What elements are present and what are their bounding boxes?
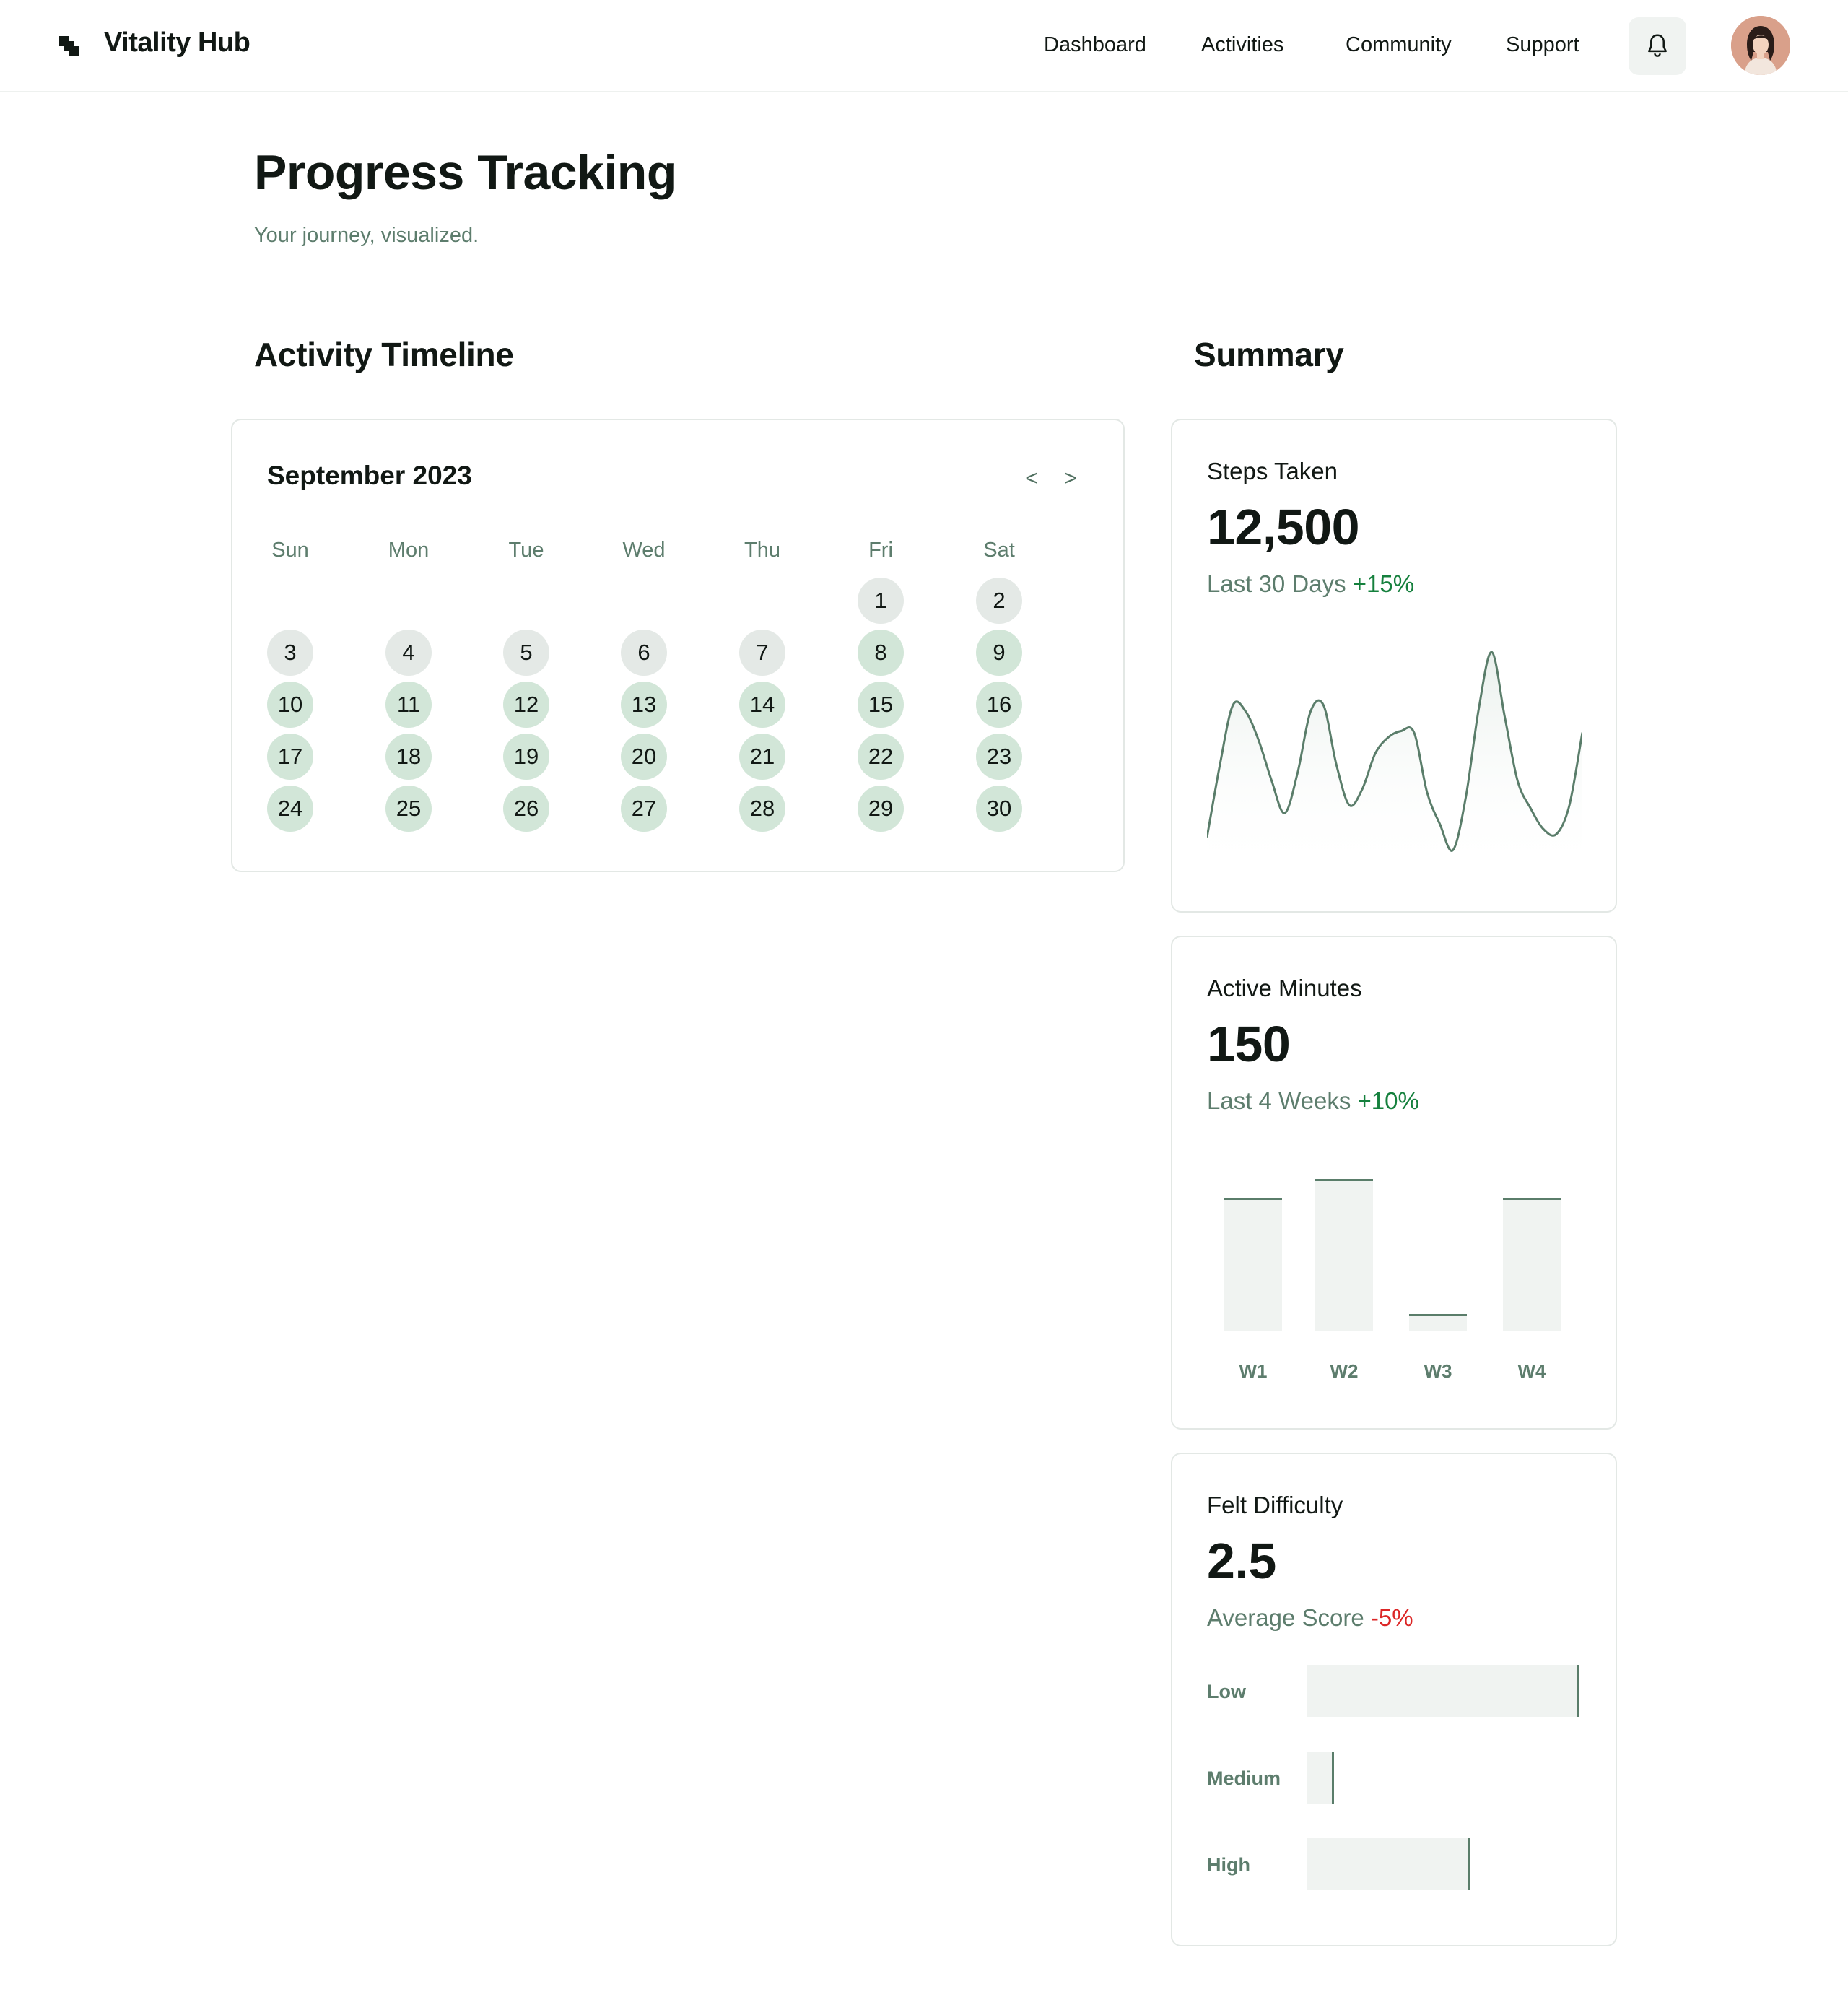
week-bar-label: W2 xyxy=(1330,1360,1359,1382)
steps-card: Steps Taken 12,500 Last 30 Days +15% xyxy=(1171,419,1617,913)
calendar-day[interactable]: 5 xyxy=(503,630,549,676)
active-minutes-change: +10% xyxy=(1357,1087,1419,1114)
avatar-portrait xyxy=(1731,16,1790,75)
nav-community[interactable]: Community xyxy=(1346,33,1452,57)
difficulty-value: 2.5 xyxy=(1207,1533,1276,1589)
calendar-day[interactable]: 8 xyxy=(858,630,904,676)
notifications-button[interactable] xyxy=(1629,17,1686,75)
weekday-sat: Sat xyxy=(983,539,1015,562)
nav-dashboard[interactable]: Dashboard xyxy=(1044,33,1146,57)
steps-area-fill xyxy=(1207,652,1582,875)
weekday-wed: Wed xyxy=(622,539,666,562)
calendar-day[interactable]: 28 xyxy=(739,786,785,832)
weekday-mon: Mon xyxy=(388,539,430,562)
calendar-day[interactable]: 29 xyxy=(858,786,904,832)
calendar-day[interactable]: 20 xyxy=(621,734,667,780)
steps-value: 12,500 xyxy=(1207,499,1360,555)
steps-label: Steps Taken xyxy=(1207,458,1338,484)
active-minutes-period: Last 4 Weeks +10% xyxy=(1207,1087,1419,1115)
brand-name[interactable]: Vitality Hub xyxy=(104,27,250,58)
calendar-day[interactable]: 25 xyxy=(385,786,432,832)
difficulty-bar-label: Medium xyxy=(1207,1767,1281,1789)
week-bar-label: W4 xyxy=(1517,1360,1546,1382)
calendar-month-title: September 2023 xyxy=(267,461,472,490)
calendar-day[interactable]: 18 xyxy=(385,734,432,780)
difficulty-bar xyxy=(1307,1752,1334,1804)
week-bar-label: W1 xyxy=(1239,1360,1268,1382)
page-title: Progress Tracking xyxy=(254,145,676,200)
difficulty-period: Average Score -5% xyxy=(1207,1604,1413,1632)
difficulty-bar xyxy=(1307,1838,1470,1890)
active-minutes-card: Active Minutes 150 Last 4 Weeks +10% W1 W… xyxy=(1171,936,1617,1430)
week-bar xyxy=(1409,1314,1467,1331)
active-minutes-value: 150 xyxy=(1207,1016,1291,1072)
week-bar xyxy=(1224,1197,1282,1331)
calendar-day[interactable]: 7 xyxy=(739,630,785,676)
logo-icon[interactable] xyxy=(59,36,79,56)
calendar-day[interactable]: 16 xyxy=(976,682,1022,728)
nav-support[interactable]: Support xyxy=(1506,33,1579,57)
calendar-day[interactable]: 12 xyxy=(503,682,549,728)
steps-change: +15% xyxy=(1352,570,1415,597)
calendar-card: September 2023 < > Sun Mon Tue Wed Thu Fri Sat… xyxy=(231,419,1125,872)
steps-line-chart xyxy=(1207,651,1582,875)
weekday-fri: Fri xyxy=(868,539,893,562)
calendar-prev-button[interactable]: < xyxy=(1021,466,1042,491)
calendar-day[interactable]: 21 xyxy=(739,734,785,780)
calendar-day[interactable]: 23 xyxy=(976,734,1022,780)
steps-period-label: Last 30 Days xyxy=(1207,570,1346,597)
calendar-day[interactable]: 15 xyxy=(858,682,904,728)
calendar-day[interactable]: 17 xyxy=(267,734,313,780)
bell-icon xyxy=(1647,34,1668,57)
steps-period: Last 30 Days +15% xyxy=(1207,570,1414,598)
felt-difficulty-card: Felt Difficulty 2.5 Average Score -5% Lo… xyxy=(1171,1453,1617,1946)
weekday-tue: Tue xyxy=(508,539,544,562)
top-navigation-bar: Vitality Hub Dashboard Activities Commun… xyxy=(0,0,1848,92)
calendar-day[interactable]: 1 xyxy=(858,578,904,624)
week-bar-label: W3 xyxy=(1424,1360,1452,1382)
user-avatar[interactable] xyxy=(1731,16,1790,75)
calendar-day[interactable]: 19 xyxy=(503,734,549,780)
calendar-day[interactable]: 22 xyxy=(858,734,904,780)
calendar-day[interactable]: 13 xyxy=(621,682,667,728)
activity-timeline-heading: Activity Timeline xyxy=(254,336,514,373)
page-subtitle: Your journey, visualized. xyxy=(254,224,479,247)
calendar-day[interactable]: 10 xyxy=(267,682,313,728)
difficulty-bar-label: High xyxy=(1207,1854,1250,1876)
calendar-day[interactable]: 24 xyxy=(267,786,313,832)
week-bar xyxy=(1503,1197,1561,1331)
calendar-day[interactable]: 26 xyxy=(503,786,549,832)
weekday-sun: Sun xyxy=(271,539,309,562)
calendar-day[interactable]: 6 xyxy=(621,630,667,676)
difficulty-label: Felt Difficulty xyxy=(1207,1492,1343,1518)
calendar-day[interactable]: 9 xyxy=(976,630,1022,676)
difficulty-change: -5% xyxy=(1370,1604,1413,1631)
nav-activities[interactable]: Activities xyxy=(1201,33,1283,57)
calendar-day[interactable]: 11 xyxy=(385,682,432,728)
calendar-day[interactable]: 30 xyxy=(976,786,1022,832)
calendar-day[interactable]: 14 xyxy=(739,682,785,728)
active-minutes-label: Active Minutes xyxy=(1207,975,1362,1001)
calendar-day[interactable]: 2 xyxy=(976,578,1022,624)
calendar-day[interactable]: 3 xyxy=(267,630,313,676)
week-bar xyxy=(1315,1178,1373,1331)
summary-heading: Summary xyxy=(1194,336,1344,373)
weekday-thu: Thu xyxy=(744,539,780,562)
difficulty-bar-label: Low xyxy=(1207,1681,1246,1702)
calendar-next-button[interactable]: > xyxy=(1060,466,1081,491)
active-minutes-period-label: Last 4 Weeks xyxy=(1207,1087,1351,1114)
difficulty-bar xyxy=(1307,1665,1579,1717)
calendar-day[interactable]: 27 xyxy=(621,786,667,832)
difficulty-period-label: Average Score xyxy=(1207,1604,1364,1631)
calendar-day[interactable]: 4 xyxy=(385,630,432,676)
